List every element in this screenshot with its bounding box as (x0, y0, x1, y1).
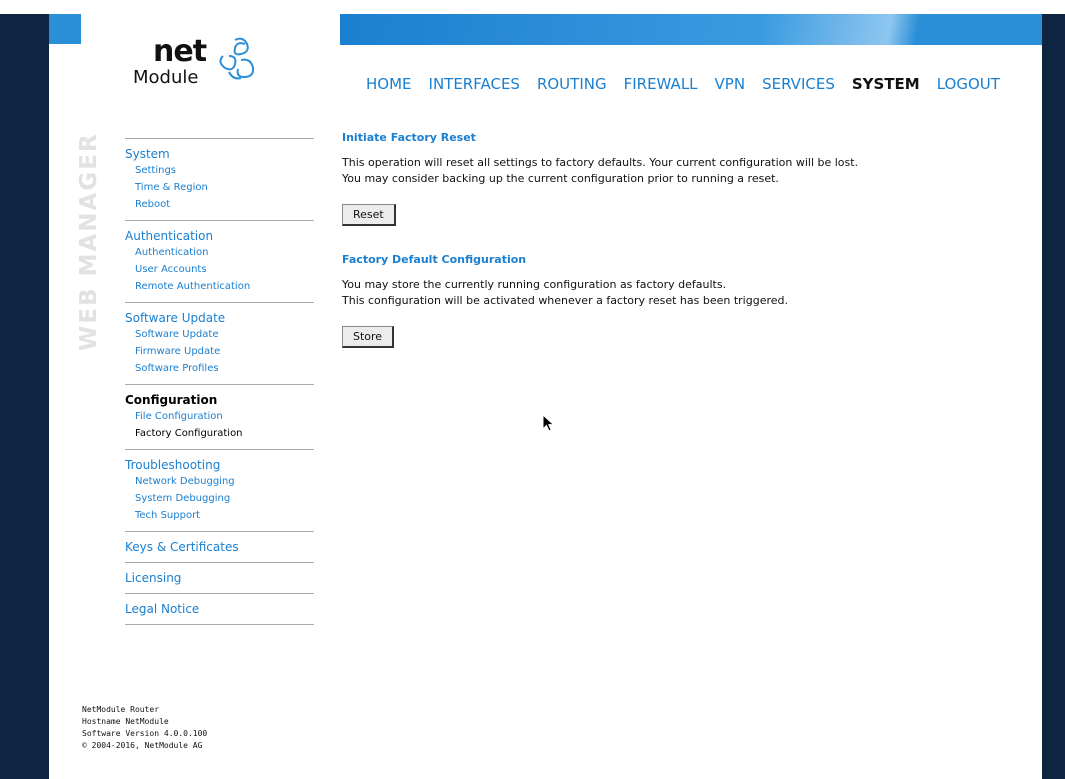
nav-home[interactable]: HOME (366, 75, 412, 93)
logo-knot-icon (219, 37, 255, 80)
factory-default-text-1: You may store the currently running conf… (342, 278, 727, 291)
sidebar-group-configuration: Configuration File Configuration Factory… (125, 384, 314, 449)
header-accent (49, 14, 81, 44)
factory-default-text-2: This configuration will be activated whe… (342, 294, 788, 307)
logo-module-text: Module (133, 67, 199, 88)
sidebar-item-remote-authentication[interactable]: Remote Authentication (125, 278, 314, 295)
sidebar-group-legal-notice: Legal Notice (125, 593, 314, 625)
footer-version: Software Version 4.0.0.100 (82, 729, 208, 738)
nav-interfaces[interactable]: INTERFACES (429, 75, 520, 93)
footer-info: NetModule Router Hostname NetModule Soft… (82, 704, 207, 752)
sidebar-group-keys-certificates: Keys & Certificates (125, 531, 314, 562)
nav-firewall[interactable]: FIREWALL (624, 75, 698, 93)
sidebar-group-software-update: Software Update Software Update Firmware… (125, 302, 314, 384)
sidebar-group-authentication: Authentication Authentication User Accou… (125, 220, 314, 302)
sidebar-title-licensing[interactable]: Licensing (125, 570, 314, 586)
factory-reset-text-1: This operation will reset all settings t… (342, 156, 859, 169)
nav-services[interactable]: SERVICES (762, 75, 835, 93)
header-banner (340, 14, 1042, 45)
main-content: Initiate Factory Reset This operation wi… (342, 131, 1022, 348)
sidebar-item-software-profiles[interactable]: Software Profiles (125, 360, 314, 377)
main-navigation: HOME INTERFACES ROUTING FIREWALL VPN SER… (366, 75, 1017, 93)
sidebar-title-system[interactable]: System (125, 146, 314, 162)
sidebar-title-legal-notice[interactable]: Legal Notice (125, 601, 314, 617)
sidebar-group-licensing: Licensing (125, 562, 314, 593)
web-manager-label: WEB MANAGER (76, 132, 102, 351)
sidebar-item-file-configuration[interactable]: File Configuration (125, 408, 314, 425)
page-frame: net Module HOME INTERFACES ROUTING FIREW… (49, 14, 1042, 779)
sidebar-item-time-region[interactable]: Time & Region (125, 179, 314, 196)
factory-reset-heading: Initiate Factory Reset (342, 131, 476, 144)
sidebar-item-system-debugging[interactable]: System Debugging (125, 490, 314, 507)
top-strip (0, 0, 1065, 14)
netmodule-logo[interactable]: net Module (133, 34, 263, 94)
factory-reset-section: Initiate Factory Reset This operation wi… (342, 131, 1022, 226)
store-button[interactable]: Store (342, 326, 395, 348)
logo-net-text: net (153, 34, 207, 69)
sidebar-title-configuration[interactable]: Configuration (125, 392, 314, 408)
footer-hostname: Hostname NetModule (82, 717, 169, 726)
factory-default-heading: Factory Default Configuration (342, 253, 527, 266)
sidebar-item-reboot[interactable]: Reboot (125, 196, 314, 213)
sidebar-item-settings[interactable]: Settings (125, 162, 314, 179)
factory-reset-text-2: You may consider backing up the current … (342, 172, 779, 185)
footer-copyright: © 2004-2016, NetModule AG (82, 741, 203, 750)
factory-default-section: Factory Default Configuration You may st… (342, 253, 1022, 348)
sidebar: System Settings Time & Region Reboot Aut… (125, 138, 314, 625)
sidebar-item-factory-configuration[interactable]: Factory Configuration (125, 425, 314, 442)
sidebar-item-firmware-update[interactable]: Firmware Update (125, 343, 314, 360)
nav-logout[interactable]: LOGOUT (937, 75, 1000, 93)
nav-routing[interactable]: ROUTING (537, 75, 607, 93)
mouse-cursor-icon (542, 414, 555, 432)
sidebar-item-software-update[interactable]: Software Update (125, 326, 314, 343)
nav-vpn[interactable]: VPN (715, 75, 746, 93)
reset-button[interactable]: Reset (342, 204, 396, 226)
footer-product: NetModule Router (82, 705, 160, 714)
sidebar-group-troubleshooting: Troubleshooting Network Debugging System… (125, 449, 314, 531)
sidebar-item-user-accounts[interactable]: User Accounts (125, 261, 314, 278)
sidebar-item-tech-support[interactable]: Tech Support (125, 507, 314, 524)
sidebar-title-software-update[interactable]: Software Update (125, 310, 314, 326)
nav-system[interactable]: SYSTEM (852, 75, 920, 93)
sidebar-title-keys-certificates[interactable]: Keys & Certificates (125, 539, 314, 555)
sidebar-title-authentication[interactable]: Authentication (125, 228, 314, 244)
sidebar-title-troubleshooting[interactable]: Troubleshooting (125, 457, 314, 473)
sidebar-item-authentication[interactable]: Authentication (125, 244, 314, 261)
sidebar-item-network-debugging[interactable]: Network Debugging (125, 473, 314, 490)
sidebar-group-system: System Settings Time & Region Reboot (125, 138, 314, 220)
